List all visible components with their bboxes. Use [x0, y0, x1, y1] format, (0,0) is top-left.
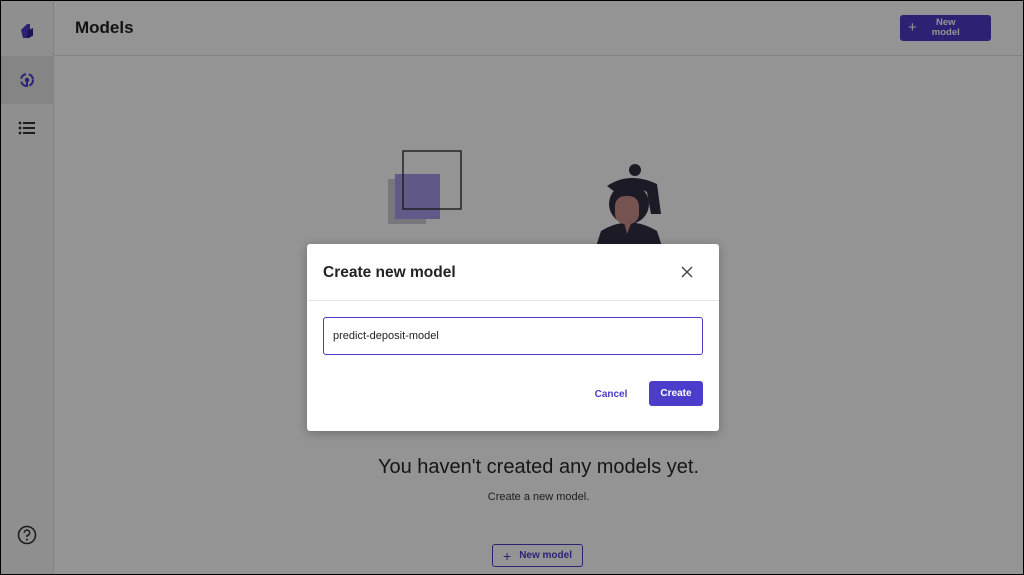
model-name-input[interactable]: [323, 317, 703, 355]
dialog-header: Create new model: [307, 244, 719, 301]
cancel-button[interactable]: Cancel: [581, 382, 641, 406]
close-icon[interactable]: [679, 264, 695, 280]
create-model-dialog: Create new model Cancel Create: [307, 244, 719, 431]
create-button[interactable]: Create: [649, 381, 703, 406]
dialog-title: Create new model: [323, 264, 456, 281]
